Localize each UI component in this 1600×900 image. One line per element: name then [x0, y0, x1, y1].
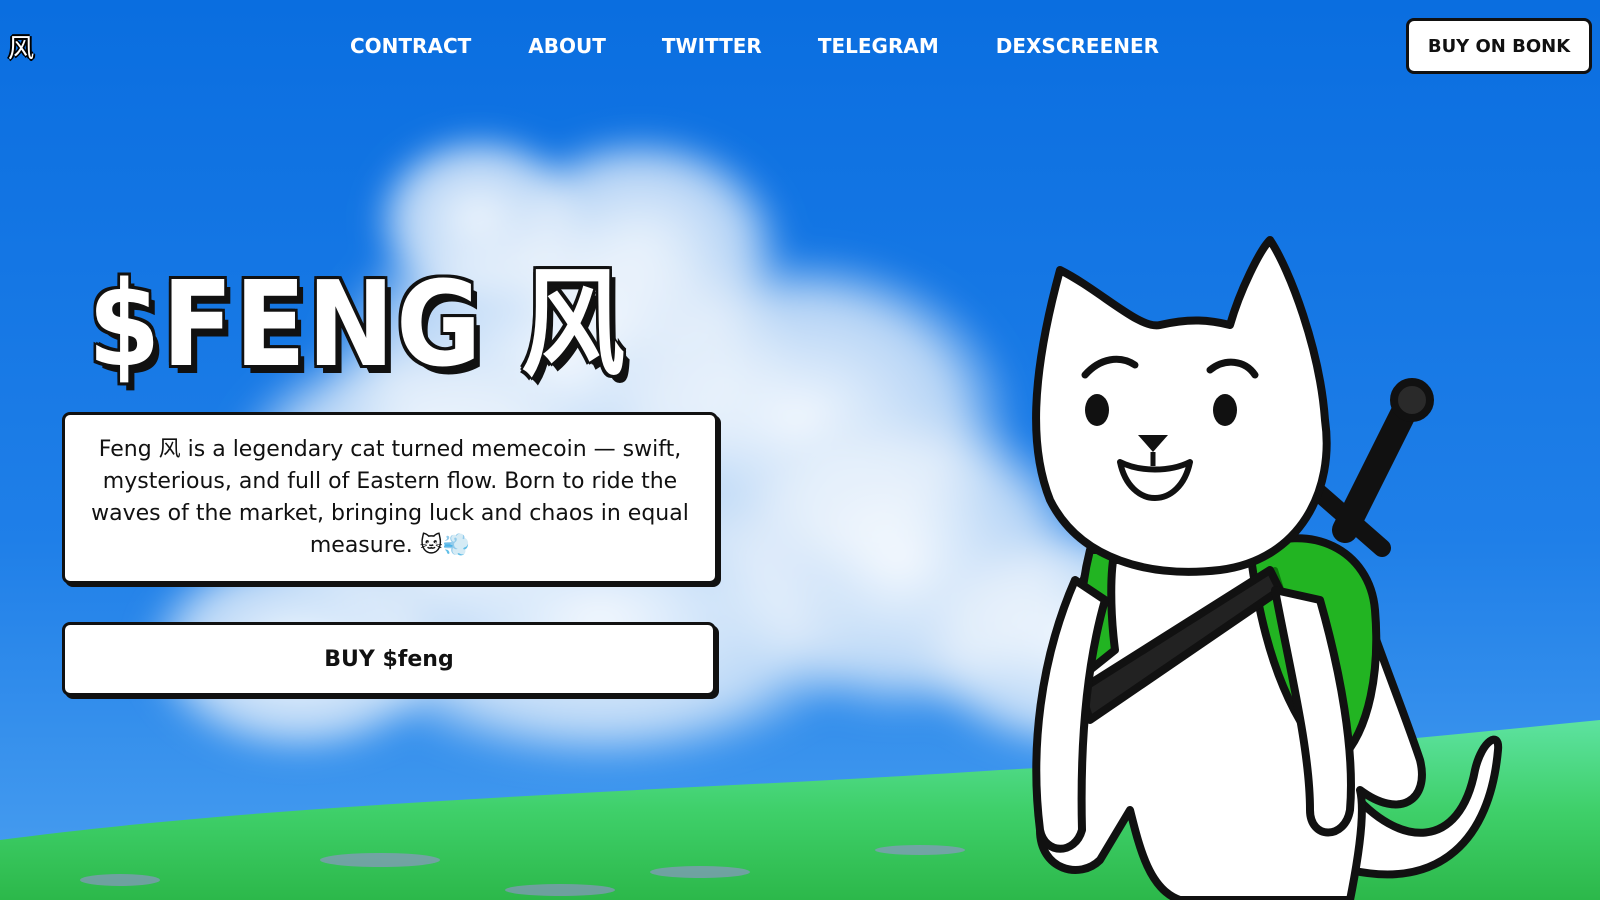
top-navbar: 风 CONTRACT ABOUT TWITTER TELEGRAM DEXSCR… [0, 0, 1600, 92]
nav-link-contract[interactable]: CONTRACT [350, 34, 471, 58]
nav-link-about[interactable]: ABOUT [528, 34, 606, 58]
nav-link-telegram[interactable]: TELEGRAM [818, 34, 939, 58]
sword-icon [1309, 378, 1434, 557]
cat-mascot-illustration [1032, 236, 1503, 900]
buy-on-bonk-button[interactable]: BUY ON BONK [1406, 18, 1592, 74]
hero-title: $FENG 风 [88, 255, 627, 393]
buy-feng-button[interactable]: BUY $feng [62, 622, 716, 696]
nav-links: CONTRACT ABOUT TWITTER TELEGRAM DEXSCREE… [350, 34, 1159, 58]
nav-link-twitter[interactable]: TWITTER [662, 34, 762, 58]
site-logo[interactable]: 风 [8, 28, 34, 65]
description-card: Feng 风 is a legendary cat turned memecoi… [62, 412, 718, 584]
cat-head [1032, 236, 1331, 576]
nav-link-dexscreener[interactable]: DEXSCREENER [996, 34, 1159, 58]
description-text: Feng 风 is a legendary cat turned memecoi… [91, 437, 689, 558]
